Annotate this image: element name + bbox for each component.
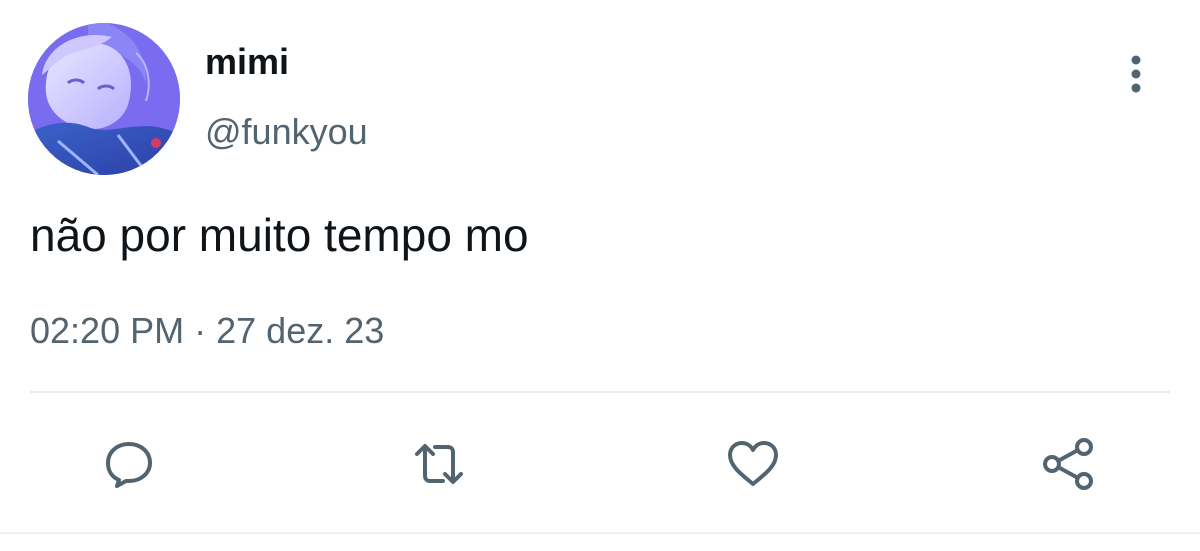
more-options-button[interactable] [1116,50,1156,100]
user-handle[interactable]: @funkyou [205,112,368,152]
avatar[interactable] [28,23,180,175]
meta-separator: · [194,310,207,351]
reply-button[interactable] [97,432,161,496]
avatar-image [28,23,180,175]
tweet-text: não por muito tempo mo [30,209,529,261]
tweet-date: 27 dez. 23 [216,310,385,351]
display-name[interactable]: mimi [205,42,289,82]
reply-icon [106,442,152,488]
share-button[interactable] [1036,432,1100,496]
tweet-card: mimi @funkyou não por muito tempo mo 02:… [0,0,1200,551]
retweet-button[interactable] [407,432,471,496]
divider [30,391,1170,393]
bottom-divider [0,532,1200,534]
retweet-icon [415,444,463,484]
heart-icon [728,441,778,486]
tweet-time: 02:20 PM [30,310,185,351]
like-button[interactable] [721,432,785,496]
share-icon [1043,438,1093,490]
tweet-timestamp[interactable]: 02:20 PM · 27 dez. 23 [30,310,384,352]
more-vertical-icon [1131,55,1141,93]
